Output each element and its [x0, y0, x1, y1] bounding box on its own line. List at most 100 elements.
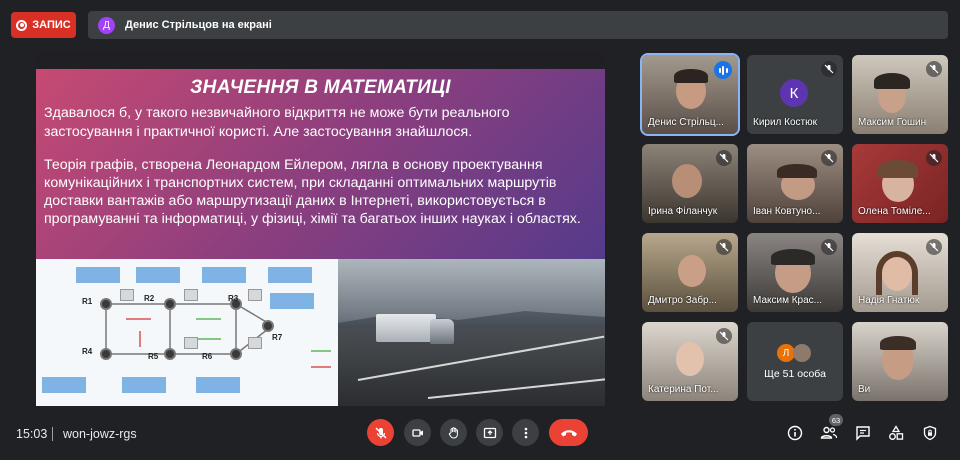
- mic-off-icon: [821, 61, 837, 77]
- shared-screen: ЗНАЧЕННЯ В МАТЕМАТИЦІ Здавалося б, у так…: [36, 51, 605, 406]
- participant-name: Олена Томіле...: [858, 206, 931, 217]
- raise-hand-button[interactable]: [440, 419, 467, 446]
- speaking-icon: [714, 61, 732, 79]
- mic-toggle-button[interactable]: [367, 419, 394, 446]
- participant-tile[interactable]: Олена Томіле...: [852, 144, 948, 223]
- record-icon: [16, 19, 28, 31]
- participant-name: Денис Стрільц...: [648, 117, 724, 128]
- mic-off-icon: [821, 239, 837, 255]
- participant-name: Ви: [858, 384, 871, 395]
- router-node: [164, 348, 176, 360]
- router-node: [262, 320, 274, 332]
- info-callout: [196, 377, 240, 393]
- mic-off-icon: [716, 150, 732, 166]
- router-table: [248, 337, 262, 349]
- slide-title: ЗНАЧЕННЯ В МАТЕМАТИЦІ: [190, 77, 451, 98]
- self-tile[interactable]: Ви: [852, 322, 948, 401]
- participant-tile[interactable]: Надія Гнатюк: [852, 233, 948, 312]
- router-label: R5: [148, 352, 159, 361]
- router-label: R2: [144, 294, 155, 303]
- participant-name: Іван Ковтуно...: [753, 206, 821, 217]
- meeting-code: won-jowz-rgs: [63, 427, 137, 441]
- router-label: R4: [82, 347, 93, 356]
- leave-call-button[interactable]: [549, 419, 588, 446]
- router-table: [184, 289, 198, 301]
- participant-tile[interactable]: Іван Ковтуно...: [747, 144, 843, 223]
- truck-photo: [338, 259, 605, 406]
- router-node: [164, 298, 176, 310]
- participant-tile[interactable]: Ірина Філанчук: [642, 144, 738, 223]
- info-callout: [202, 267, 246, 283]
- participant-avatar: К: [780, 79, 808, 107]
- participant-name: Максим Крас...: [753, 295, 823, 306]
- participant-tile[interactable]: Максим Крас...: [747, 233, 843, 312]
- shield-lock-icon: [923, 425, 937, 441]
- more-vert-icon: [524, 427, 527, 438]
- info-callout: [76, 267, 120, 283]
- divider: [52, 427, 53, 441]
- participant-name: Ірина Філанчук: [648, 206, 718, 217]
- participant-name: Надія Гнатюк: [858, 295, 920, 306]
- presenting-text: Денис Стрільцов на екрані: [125, 19, 272, 31]
- hang-up-icon: [560, 429, 577, 436]
- router-node: [100, 348, 112, 360]
- more-options-button[interactable]: [512, 419, 539, 446]
- participant-tile[interactable]: К Кирил Костюк: [747, 55, 843, 134]
- mic-off-icon: [716, 328, 732, 344]
- participant-tile[interactable]: Дмитро Забр...: [642, 233, 738, 312]
- host-controls-button[interactable]: [921, 424, 939, 442]
- activities-button[interactable]: [887, 424, 905, 442]
- info-callout: [42, 377, 86, 393]
- present-screen-button[interactable]: [476, 419, 503, 446]
- slide-top-strip: [36, 51, 605, 69]
- info-icon: [787, 425, 803, 441]
- mic-off-icon: [926, 61, 942, 77]
- shapes-icon: [889, 425, 904, 440]
- others-tile[interactable]: Л Ще 51 особа: [747, 322, 843, 401]
- others-count-label: Ще 51 особа: [764, 368, 826, 380]
- participants-button[interactable]: [820, 424, 838, 442]
- participant-count-badge: 63: [829, 414, 843, 426]
- participant-photo-avatar: [793, 344, 811, 362]
- participant-name: Кирил Костюк: [753, 117, 818, 128]
- meeting-details-button[interactable]: [786, 424, 804, 442]
- router-node: [230, 348, 242, 360]
- info-callout: [270, 293, 314, 309]
- truck-cab: [430, 319, 454, 344]
- participant-tile[interactable]: Максим Гошин: [852, 55, 948, 134]
- recording-label: ЗАПИС: [32, 19, 71, 31]
- router-label: R6: [202, 352, 213, 361]
- info-callout: [136, 267, 180, 283]
- router-table: [184, 337, 198, 349]
- camera-toggle-button[interactable]: [404, 419, 431, 446]
- chat-button[interactable]: [854, 424, 872, 442]
- mic-off-icon: [716, 239, 732, 255]
- router-label: R1: [82, 297, 93, 306]
- slide-paragraph-2: Теорія графів, створена Леонардом Ейлеро…: [44, 157, 581, 227]
- presenting-banner: Д Денис Стрільцов на екрані: [88, 11, 948, 39]
- participant-tile[interactable]: Катерина Пот...: [642, 322, 738, 401]
- truck-trailer: [376, 314, 436, 342]
- router-node: [100, 298, 112, 310]
- participant-name: Максим Гошин: [858, 117, 927, 128]
- router-table: [120, 289, 134, 301]
- hand-icon: [448, 426, 458, 438]
- slide-paragraph-1: Здавалося б, у такого незвичайного відкр…: [44, 105, 510, 140]
- participant-name: Катерина Пот...: [648, 384, 719, 395]
- mic-off-icon: [821, 150, 837, 166]
- participant-tile[interactable]: Денис Стрільц...: [640, 53, 740, 136]
- router-label: R3: [228, 294, 239, 303]
- mic-off-icon: [926, 150, 942, 166]
- participant-name: Дмитро Забр...: [648, 295, 717, 306]
- camera-icon: [411, 428, 423, 437]
- recording-button[interactable]: ЗАПИС: [11, 12, 76, 38]
- routing-diagram: R1 R2 R3 R4 R5 R6 R7: [36, 259, 338, 406]
- info-callout: [122, 377, 166, 393]
- meeting-time: 15:03: [16, 427, 48, 441]
- presenter-avatar: Д: [98, 16, 115, 34]
- people-icon: [820, 426, 838, 439]
- mic-off-icon: [926, 239, 942, 255]
- router-table: [248, 289, 262, 301]
- mic-off-icon: [375, 427, 386, 438]
- router-label: R7: [272, 333, 283, 342]
